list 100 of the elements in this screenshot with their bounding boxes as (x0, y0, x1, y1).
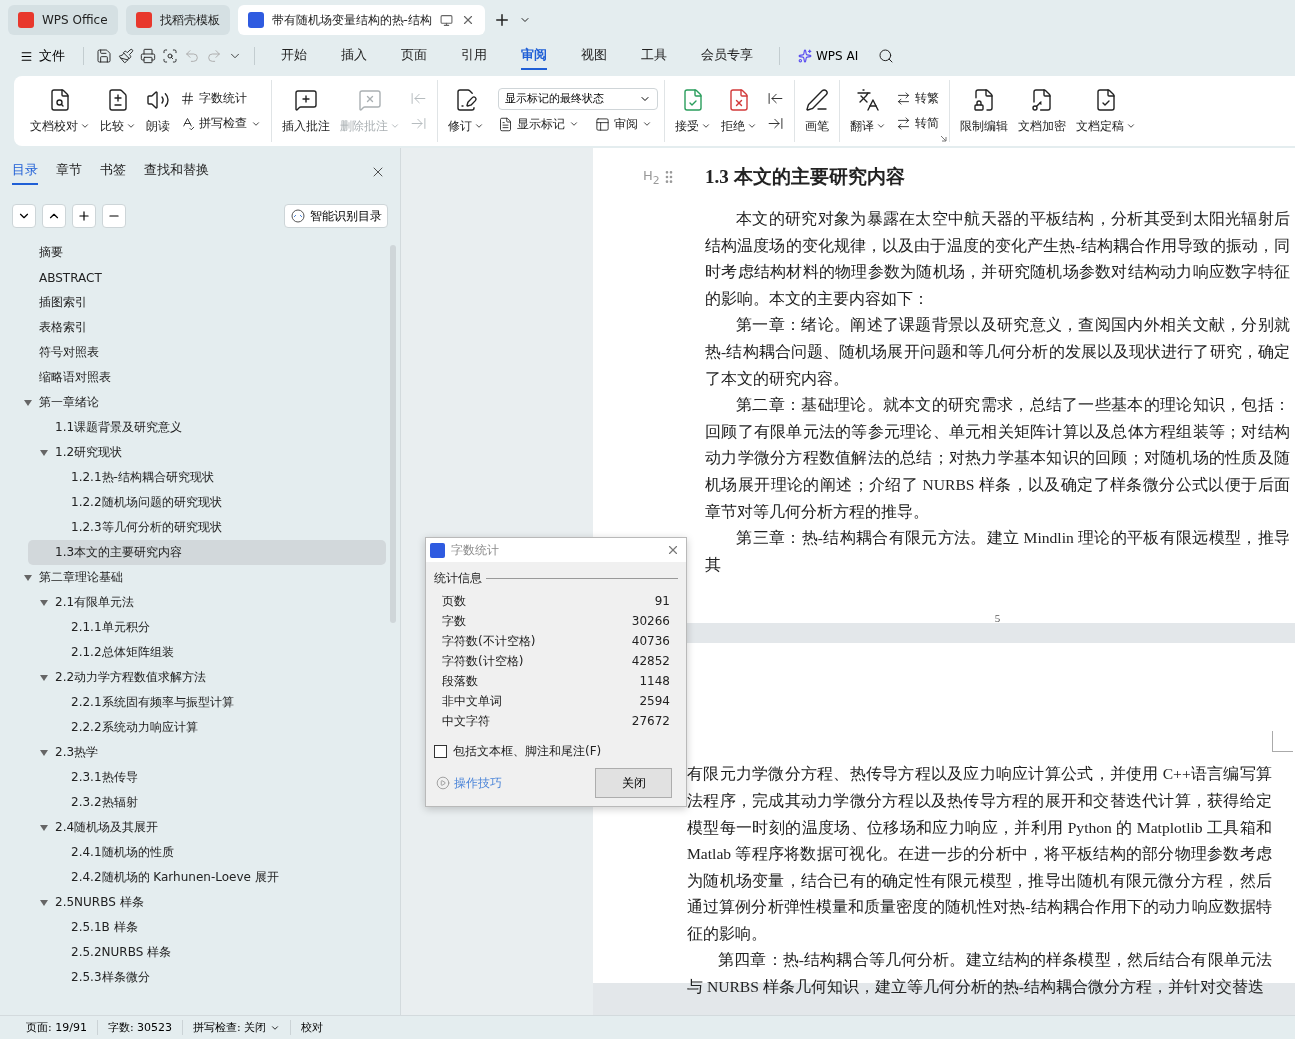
outline-item[interactable]: 1.1课题背景及研究意义 (28, 415, 386, 440)
outline-item[interactable]: 1.2研究现状 (28, 440, 386, 465)
dialog-launcher-icon[interactable] (940, 135, 947, 142)
close-button[interactable]: 关闭 (595, 768, 672, 798)
window-tab[interactable]: 找稻壳模板 (125, 5, 230, 35)
expand-triangle-icon[interactable] (40, 749, 48, 756)
expand-triangle-icon[interactable] (40, 899, 48, 906)
ribbon-button[interactable]: 画笔 (801, 83, 833, 139)
ribbon-tab[interactable]: 工具 (641, 42, 667, 70)
menu-icon (20, 49, 33, 63)
tips-link[interactable]: 操作技巧 (436, 774, 502, 792)
status-item[interactable]: 字数: 30523 (97, 1020, 184, 1035)
panel-tab[interactable]: 查找和替换 (144, 159, 209, 185)
outline-item[interactable]: 1.2.1热-结构耦合研究现状 (28, 465, 386, 490)
status-item[interactable]: 拼写检查: 关闭 (183, 1020, 292, 1035)
add-button[interactable] (72, 204, 96, 228)
ribbon-button[interactable]: 比较 (96, 83, 140, 139)
ribbon-tab[interactable]: 引用 (461, 42, 487, 70)
hash-icon (180, 91, 195, 106)
outline-item[interactable]: 2.2.2系统动力响应计算 (28, 715, 386, 740)
monitor-icon[interactable] (439, 13, 453, 27)
outline-item[interactable]: 符号对照表 (28, 340, 386, 365)
outline-item[interactable]: 2.5.2NURBS 样条 (28, 940, 386, 965)
outline-item[interactable]: 2.2动力学方程数值求解方法 (28, 665, 386, 690)
outline-item[interactable]: 2.1.2总体矩阵组装 (28, 640, 386, 665)
panel-tab[interactable]: 书签 (100, 159, 126, 185)
ai-button[interactable]: WPS AI (792, 48, 865, 64)
stat-label: 中文字符 (442, 712, 490, 730)
ribbon-button[interactable]: 转繁 (892, 88, 943, 109)
outline-item[interactable]: 2.1.1单元积分 (28, 615, 386, 640)
expand-button[interactable] (42, 204, 66, 228)
outline-item[interactable]: 2.2.1系统固有频率与振型计算 (28, 690, 386, 715)
checkbox[interactable] (434, 745, 447, 758)
ribbon-tab[interactable]: 审阅 (521, 42, 547, 70)
ribbon-tab[interactable]: 会员专享 (701, 42, 753, 70)
ribbon-button[interactable]: 朗读 (142, 83, 174, 139)
outline-item[interactable]: 缩略语对照表 (28, 365, 386, 390)
ribbon-button[interactable]: 修订 (444, 83, 488, 139)
expand-triangle-icon[interactable] (40, 449, 48, 456)
outline-item[interactable]: 2.4.1随机场的性质 (28, 840, 386, 865)
window-tab[interactable]: WPS Office (8, 5, 118, 35)
outline-item[interactable]: 2.5.1B 样条 (28, 915, 386, 940)
outline-item[interactable]: 2.3.1热传导 (28, 765, 386, 790)
comment-plus-icon (294, 87, 318, 112)
outline-item[interactable]: 1.2.3等几何分析的研究现状 (28, 515, 386, 540)
ribbon-button[interactable]: 拼写检查 (176, 113, 265, 134)
outline-item[interactable]: 第二章理论基础 (28, 565, 386, 590)
ribbon-button[interactable]: 审阅 (591, 113, 656, 135)
expand-triangle-icon[interactable] (24, 399, 32, 406)
outline-item[interactable]: 2.5.3样条微分 (28, 965, 386, 990)
outline-item[interactable]: 1.3本文的主要研究内容 (28, 540, 386, 565)
ribbon-button[interactable]: 翻译 (846, 83, 890, 139)
ribbon-tab[interactable]: 插入 (341, 42, 367, 70)
expand-triangle-icon[interactable] (40, 674, 48, 681)
outline-item[interactable]: 插图索引 (28, 290, 386, 315)
ribbon-tab[interactable]: 开始 (281, 42, 307, 70)
ribbon-button[interactable]: 转简 (892, 113, 943, 134)
ribbon-button[interactable]: 接受 (671, 83, 715, 139)
outline-item[interactable]: ABSTRACT (28, 265, 386, 290)
document-pen-icon (454, 87, 478, 112)
ribbon-button[interactable]: 文档加密 (1014, 83, 1070, 139)
search-icon[interactable] (878, 48, 895, 64)
panel-tab[interactable]: 目录 (12, 159, 38, 185)
outline-item[interactable]: 2.5NURBS 样条 (28, 890, 386, 915)
outline-item[interactable]: 2.4.2随机场的 Karhunen-Loeve 展开 (28, 865, 386, 890)
ribbon-button[interactable]: 字数统计 (176, 88, 265, 109)
close-icon[interactable] (666, 543, 680, 557)
dialog-title: 字数统计 (451, 541, 499, 559)
file-menu-button[interactable]: 文件 (14, 45, 71, 67)
outline-item[interactable]: 2.4随机场及其展开 (28, 815, 386, 840)
outline-item[interactable]: 2.3热学 (28, 740, 386, 765)
ribbon-button[interactable]: 显示标记 (494, 113, 583, 135)
ribbon-button[interactable]: 限制编辑 (956, 83, 1012, 139)
outline-item[interactable]: 2.1有限单元法 (28, 590, 386, 615)
expand-triangle-icon[interactable] (40, 824, 48, 831)
ribbon-button[interactable]: 插入批注 (278, 83, 334, 139)
outline-item[interactable]: 第一章绪论 (28, 390, 386, 415)
previous-arrow-icon (767, 90, 784, 107)
panel-tab[interactable]: 章节 (56, 159, 82, 185)
ribbon-tab[interactable]: 页面 (401, 42, 427, 70)
previous-arrow-icon (410, 90, 427, 107)
collapse-button[interactable] (12, 204, 36, 228)
expand-triangle-icon[interactable] (40, 599, 48, 606)
outline-item[interactable]: 1.2.2随机场问题的研究现状 (28, 490, 386, 515)
outline-item[interactable]: 2.3.2热辐射 (28, 790, 386, 815)
smart-toc-button[interactable]: 智能识别目录 (284, 204, 388, 228)
caret-icon (126, 121, 136, 131)
status-item[interactable]: 校对 (291, 1020, 334, 1035)
outline-item[interactable]: 表格索引 (28, 315, 386, 340)
expand-triangle-icon[interactable] (24, 574, 32, 581)
remove-button[interactable] (102, 204, 126, 228)
ribbon-button[interactable]: 拒绝 (717, 83, 761, 139)
margin-corner-mark (1272, 731, 1293, 753)
ribbon-button[interactable]: 文档定稿 (1072, 83, 1140, 139)
markup-select[interactable]: 显示标记的最终状态 (498, 87, 658, 110)
window-tab[interactable]: 带有随机场变量结构的热-结构 (237, 5, 485, 35)
ribbon-button[interactable]: 文档校对 (26, 83, 94, 139)
outline-item[interactable]: 摘要 (28, 240, 386, 265)
ribbon-tab[interactable]: 视图 (581, 42, 607, 70)
status-item[interactable]: 页面: 19/91 (16, 1020, 98, 1035)
